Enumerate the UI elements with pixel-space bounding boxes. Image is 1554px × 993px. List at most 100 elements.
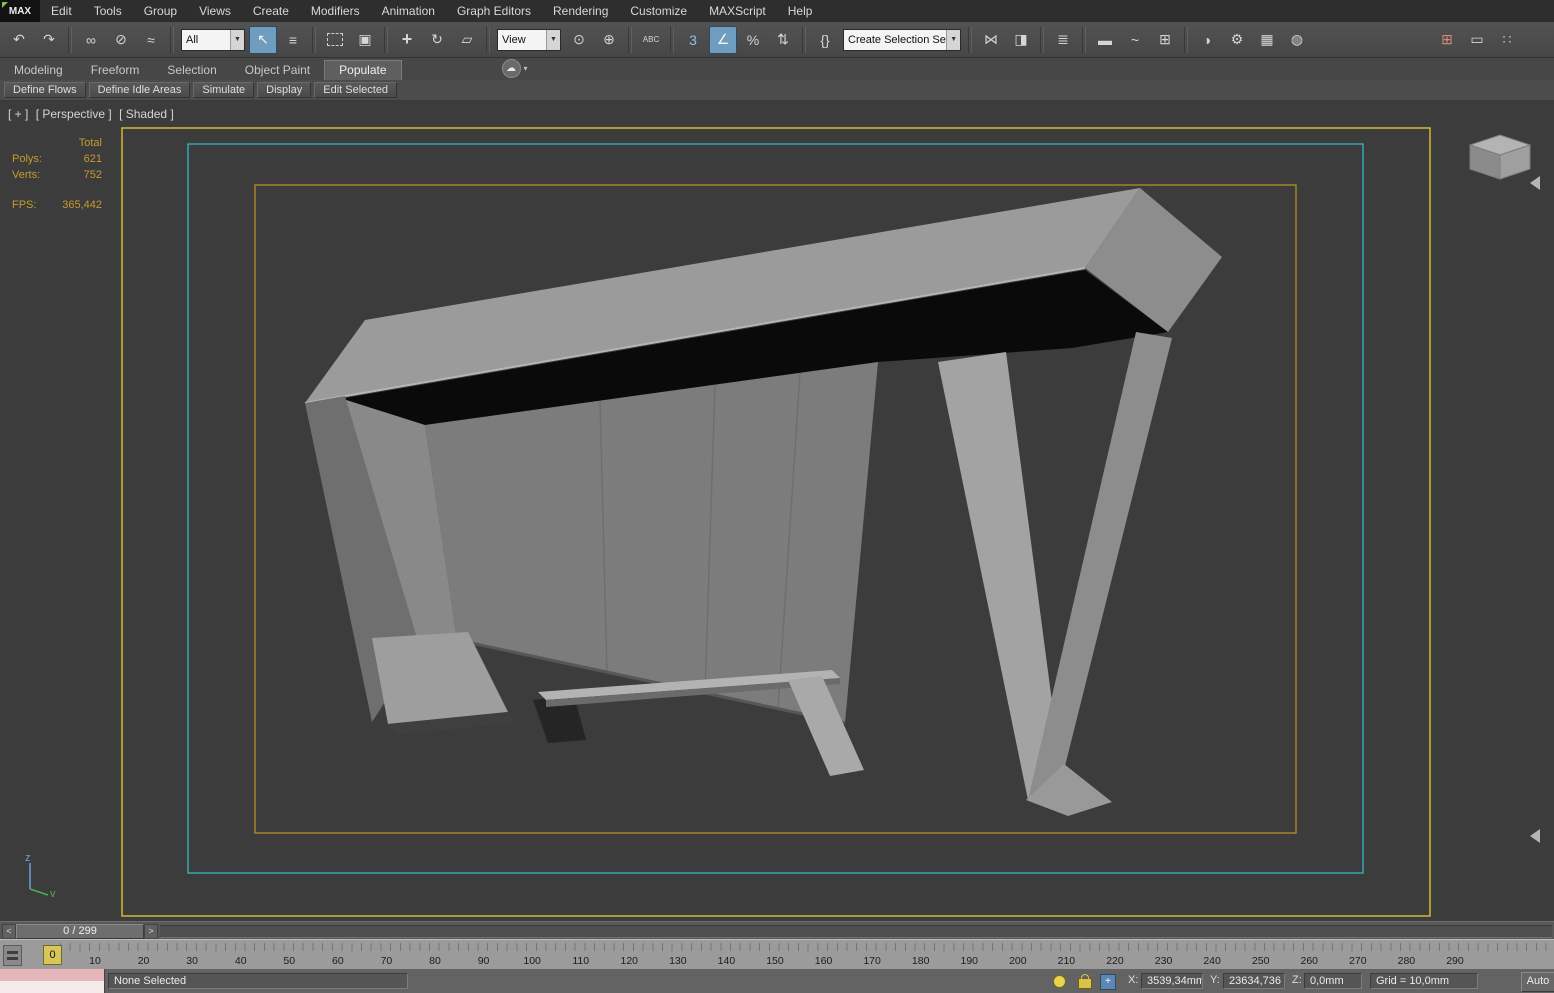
- select-by-name-icon[interactable]: ≡: [279, 26, 307, 54]
- y-axis-label: y: [50, 888, 56, 897]
- toolbar-separator: [68, 26, 72, 53]
- snaps-toggle-icon[interactable]: 3: [679, 26, 707, 54]
- render-production-icon[interactable]: ◍: [1283, 26, 1311, 54]
- tab-object-paint[interactable]: Object Paint: [231, 61, 324, 80]
- named-selection-set-combo[interactable]: Create Selection Se ▼: [843, 28, 961, 51]
- menu-bar: MAX Edit Tools Group Views Create Modifiers An…: [0, 0, 1554, 23]
- ribbon-display-button[interactable]: Display: [257, 82, 312, 98]
- adaptive-degradation-icon[interactable]: [1053, 975, 1066, 988]
- stats-polys-value: 621: [83, 153, 102, 165]
- unlink-selection-icon[interactable]: ⊘: [107, 26, 135, 54]
- selection-lock-icon[interactable]: [1078, 974, 1092, 989]
- viewport-pov-menu[interactable]: [ Perspective ]: [36, 107, 112, 121]
- spinner-snap-icon[interactable]: ⇅: [769, 26, 797, 54]
- menu-customize[interactable]: Customize: [619, 0, 698, 22]
- select-and-link-icon[interactable]: ∞: [77, 26, 105, 54]
- z-axis-label: z: [25, 852, 31, 864]
- chevron-down-icon[interactable]: ▼: [946, 29, 960, 50]
- y-coordinate-field[interactable]: 23634,736: [1223, 973, 1285, 989]
- viewport-perspective[interactable]: [ + ] [ Perspective ] [ Shaded ] Total P…: [0, 101, 1554, 921]
- edit-named-sets-icon[interactable]: {}: [811, 26, 839, 54]
- select-and-move-icon[interactable]: +: [393, 26, 421, 54]
- trackbar-ruler[interactable]: 0 10 20 30 40 50 60 70 80 90 100 110 120 130 140 150 16…: [0, 939, 1554, 971]
- rectangular-selection-region-icon[interactable]: [321, 26, 349, 54]
- chevron-down-icon[interactable]: ▼: [230, 29, 244, 50]
- previous-frame-button[interactable]: <: [2, 924, 16, 939]
- maxscript-mini-listener-script[interactable]: [0, 981, 105, 993]
- use-pivot-center-icon[interactable]: ⊙: [565, 26, 593, 54]
- menu-help[interactable]: Help: [777, 0, 824, 22]
- z-coordinate-field[interactable]: 0,0mm: [1304, 973, 1362, 989]
- bind-to-space-warp-icon[interactable]: ≈: [137, 26, 165, 54]
- ribbon-edit-selected-button[interactable]: Edit Selected: [314, 82, 398, 98]
- maxscript-mini-listener-macro[interactable]: [0, 969, 105, 981]
- reference-coordinate-select[interactable]: View ▼: [497, 28, 561, 51]
- trackbar-tick: 230: [1154, 955, 1173, 967]
- selection-filter-select[interactable]: All ▼: [181, 28, 245, 51]
- menu-group[interactable]: Group: [133, 0, 188, 22]
- select-and-scale-icon[interactable]: ▱: [453, 26, 481, 54]
- time-slider-handle[interactable]: 0 / 299: [16, 924, 144, 939]
- tab-selection[interactable]: Selection: [153, 61, 230, 80]
- x-coordinate-field[interactable]: 3539,34mm: [1141, 973, 1203, 989]
- status-bar: None Selected + X: 3539,34mm Y: 23634,73…: [0, 969, 1554, 993]
- trackbar-tick: 240: [1203, 955, 1221, 967]
- menu-maxscript[interactable]: MAXScript: [698, 0, 777, 22]
- viewport-general-menu[interactable]: [ + ]: [8, 107, 28, 121]
- graphite-ribbon-toggle-icon[interactable]: ▬: [1091, 26, 1119, 54]
- tab-modeling[interactable]: Modeling: [0, 61, 77, 80]
- menu-items: Edit Tools Group Views Create Modifiers Animat…: [40, 0, 823, 22]
- ribbon-define-flows-button[interactable]: Define Flows: [4, 82, 86, 98]
- ribbon-define-idle-areas-button[interactable]: Define Idle Areas: [88, 82, 191, 98]
- render-setup-icon[interactable]: ⚙: [1223, 26, 1251, 54]
- viewport-shading-menu[interactable]: [ Shaded ]: [119, 107, 174, 121]
- trackbar-tick: 20: [137, 955, 150, 967]
- toolbar-separator: [968, 26, 972, 53]
- material-editor-icon[interactable]: ◑: [1193, 26, 1221, 54]
- extra-tool-icon-1[interactable]: ⊞: [1433, 26, 1461, 54]
- ribbon-buttons: Define Flows Define Idle Areas Simulate Dis…: [0, 80, 1554, 101]
- select-object-icon[interactable]: ↖: [249, 25, 277, 54]
- redo-icon[interactable]: ↷: [35, 26, 63, 54]
- extra-tool-icon-2[interactable]: ▭: [1463, 26, 1491, 54]
- reference-coordinate-select-value: View: [502, 33, 526, 46]
- tab-freeform[interactable]: Freeform: [77, 61, 154, 80]
- chevron-down-icon[interactable]: ▼: [546, 29, 560, 50]
- menu-create[interactable]: Create: [242, 0, 300, 22]
- mini-curve-editor-button[interactable]: [3, 945, 22, 966]
- rendered-frame-window-icon[interactable]: ▦: [1253, 26, 1281, 54]
- mirror-icon[interactable]: ⋈: [977, 26, 1005, 54]
- absolute-mode-typein-icon[interactable]: +: [1100, 974, 1116, 990]
- extra-tool-icon-3[interactable]: ∷: [1493, 26, 1521, 54]
- next-frame-button[interactable]: >: [144, 924, 158, 939]
- select-and-rotate-icon[interactable]: ↻: [423, 26, 451, 54]
- auto-key-button[interactable]: Auto: [1521, 972, 1554, 992]
- select-and-manipulate-icon[interactable]: ⊕: [595, 26, 623, 54]
- menu-rendering[interactable]: Rendering: [542, 0, 619, 22]
- app-logo-label: MAX: [8, 5, 32, 17]
- window-crossing-icon[interactable]: ▣: [351, 26, 379, 54]
- curve-editor-icon[interactable]: ~: [1121, 26, 1149, 54]
- menu-edit[interactable]: Edit: [40, 0, 83, 22]
- tab-populate[interactable]: Populate: [324, 60, 402, 80]
- undo-icon[interactable]: ↶: [5, 26, 33, 54]
- menu-graph-editors[interactable]: Graph Editors: [446, 0, 542, 22]
- app-logo-button[interactable]: MAX: [0, 0, 40, 22]
- align-icon[interactable]: ◨: [1007, 26, 1035, 54]
- stats-fps-value: 365,442: [62, 199, 102, 211]
- schematic-view-icon[interactable]: ⊞: [1151, 26, 1179, 54]
- percent-snap-icon[interactable]: %: [739, 26, 767, 54]
- ribbon-config-button[interactable]: ☁ ▾: [501, 59, 528, 78]
- angle-snap-icon[interactable]: ∠: [709, 25, 737, 54]
- trackbar-frame-marker[interactable]: 0: [43, 945, 62, 965]
- keyboard-override-icon[interactable]: ABC: [637, 26, 665, 54]
- stats-fps-label: FPS:: [12, 199, 37, 211]
- layer-manager-icon[interactable]: ≣: [1049, 26, 1077, 54]
- menu-views[interactable]: Views: [188, 0, 242, 22]
- ribbon-simulate-button[interactable]: Simulate: [193, 82, 255, 98]
- trackbar-tick: 160: [814, 955, 833, 967]
- menu-animation[interactable]: Animation: [371, 0, 446, 22]
- menu-modifiers[interactable]: Modifiers: [300, 0, 371, 22]
- menu-tools[interactable]: Tools: [83, 0, 133, 22]
- time-slider-track[interactable]: [160, 925, 1552, 938]
